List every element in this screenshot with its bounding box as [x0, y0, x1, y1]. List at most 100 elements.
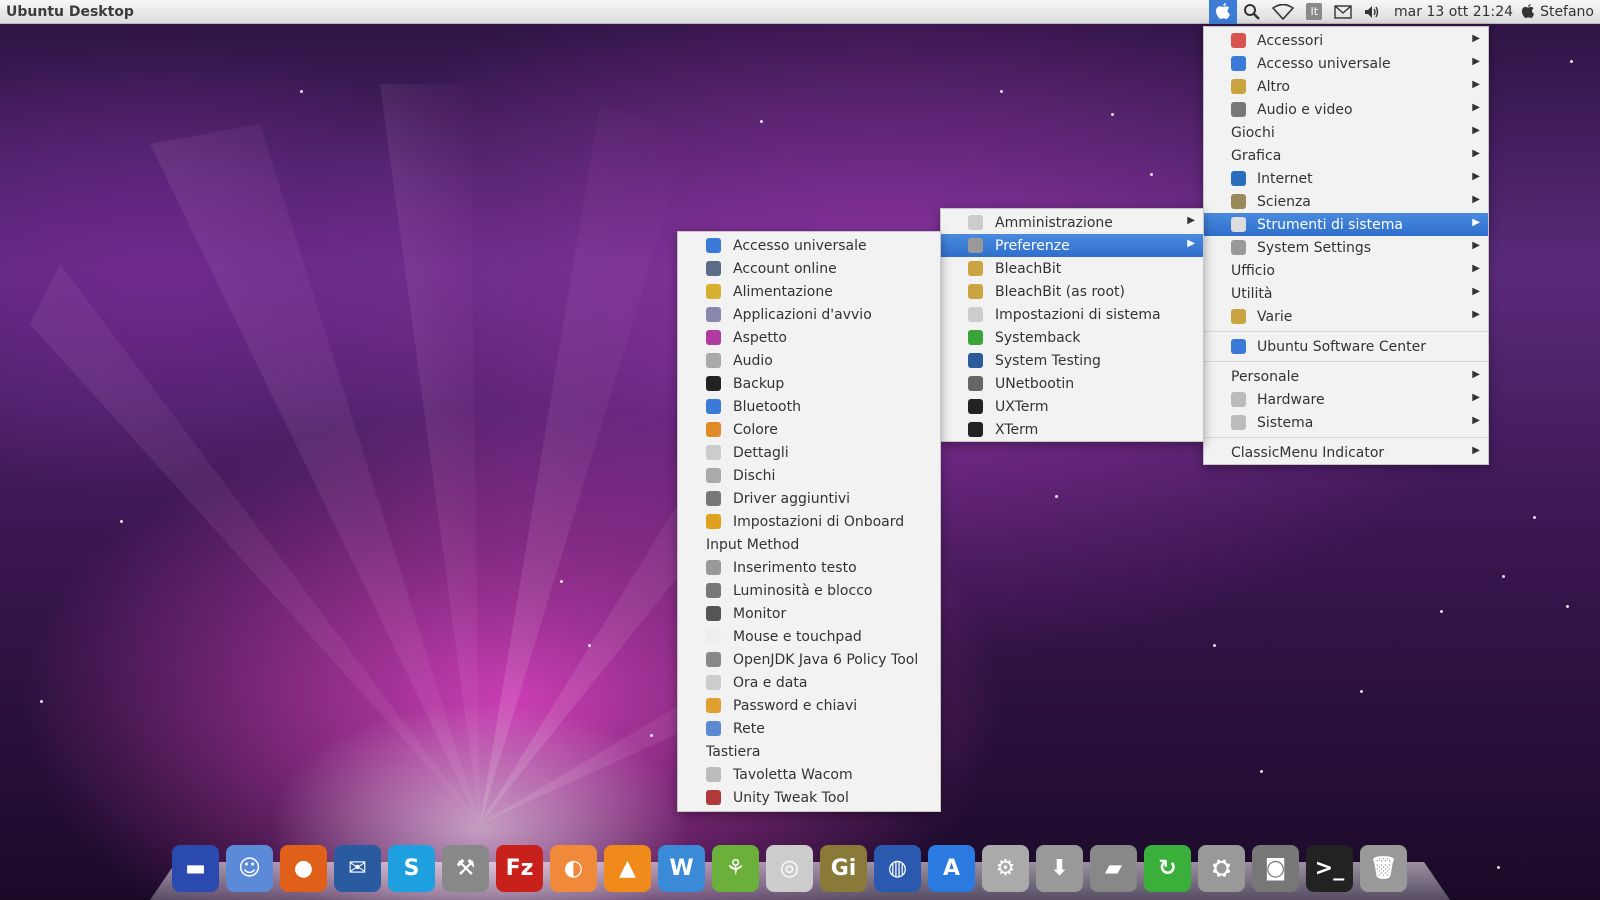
finder-icon[interactable]: ☺	[226, 845, 273, 892]
menu-item-accessori[interactable]: Accessori ▶	[1204, 29, 1488, 52]
thunderbird-icon[interactable]: ✉	[334, 845, 381, 892]
menu-item-varie[interactable]: Varie ▶	[1204, 305, 1488, 328]
menu-item-label: Personale	[1231, 368, 1300, 385]
preferenze-item-tastiera[interactable]: Tastiera	[678, 740, 940, 763]
strumenti-di-sistema-submenu: Amministrazione ▶ Preferenze ▶ BleachBit Blea…	[940, 208, 1204, 442]
strumenti-item-impostazioni-di-sistema[interactable]: Impostazioni di sistema	[941, 303, 1203, 326]
multimedia-icon	[1231, 102, 1246, 117]
strumenti-item-system-testing[interactable]: System Testing	[941, 349, 1203, 372]
strumenti-item-bleachbit-as-root[interactable]: BleachBit (as root)	[941, 280, 1203, 303]
preferenze-item-backup[interactable]: Backup	[678, 372, 940, 395]
menu-item-altro[interactable]: Altro ▶	[1204, 75, 1488, 98]
menu-item-audio-e-video[interactable]: Audio e video ▶	[1204, 98, 1488, 121]
strumenti-item-bleachbit[interactable]: BleachBit	[941, 257, 1203, 280]
disk-utility-icon[interactable]: ⛭	[1198, 845, 1245, 892]
preferenze-item-audio[interactable]: Audio	[678, 349, 940, 372]
strumenti-item-amministrazione[interactable]: Amministrazione ▶	[941, 211, 1203, 234]
preferenze-item-dischi[interactable]: Dischi	[678, 464, 940, 487]
menu-item-classicmenu-indicator[interactable]: ClassicMenu Indicator ▶	[1204, 441, 1488, 464]
menu-item-label: ClassicMenu Indicator	[1231, 444, 1385, 461]
firefox-icon[interactable]: ●	[280, 845, 327, 892]
strumenti-item-xterm[interactable]: XTerm	[941, 418, 1203, 441]
orange-icon[interactable]: ◐	[550, 845, 597, 892]
preferenze-item-inserimento-testo[interactable]: Inserimento testo	[678, 556, 940, 579]
menu-item-label: Audio e video	[1257, 101, 1353, 118]
session-indicator[interactable]: Stefano	[1521, 4, 1600, 20]
preferenze-item-luminosita-e-blocco[interactable]: Luminosità e blocco	[678, 579, 940, 602]
bleachbit-root-icon	[968, 284, 983, 299]
menu-item-sistema[interactable]: Sistema ▶	[1204, 411, 1488, 434]
menu-item-internet[interactable]: Internet ▶	[1204, 167, 1488, 190]
trash-icon[interactable]: 🗑	[1360, 845, 1407, 892]
menu-item-grafica[interactable]: Grafica ▶	[1204, 144, 1488, 167]
preferenze-item-openjdk-java-6-policy-tool[interactable]: OpenJDK Java 6 Policy Tool	[678, 648, 940, 671]
camera-icon[interactable]: ◙	[1252, 845, 1299, 892]
refresh-icon[interactable]: ↻	[1144, 845, 1191, 892]
preferenze-item-password-e-chiavi[interactable]: Password e chiavi	[678, 694, 940, 717]
strumenti-item-uxterm[interactable]: UXTerm	[941, 395, 1203, 418]
preferenze-item-colore[interactable]: Colore	[678, 418, 940, 441]
search-indicator[interactable]	[1237, 0, 1266, 24]
terminal-dock-icon[interactable]: >_	[1306, 845, 1353, 892]
usb-icon[interactable]: ▰	[1090, 845, 1137, 892]
preferenze-item-driver-aggiuntivi[interactable]: Driver aggiuntivi	[678, 487, 940, 510]
strumenti-item-unetbootin[interactable]: UNetbootin	[941, 372, 1203, 395]
classicmenu-indicator[interactable]	[1209, 0, 1238, 24]
menu-item-ufficio[interactable]: Ufficio ▶	[1204, 259, 1488, 282]
preferenze-item-applicazioni-d-avvio[interactable]: Applicazioni d'avvio	[678, 303, 940, 326]
menu-item-label: BleachBit (as root)	[995, 283, 1126, 300]
messaging-indicator[interactable]	[1328, 0, 1358, 24]
menu-item-scienza[interactable]: Scienza ▶	[1204, 190, 1488, 213]
menu-item-label: Bluetooth	[733, 398, 801, 415]
preferenze-item-accesso-universale[interactable]: Accesso universale	[678, 234, 940, 257]
preferenze-item-rete[interactable]: Rete	[678, 717, 940, 740]
preferenze-item-dettagli[interactable]: Dettagli	[678, 441, 940, 464]
menu-item-label: Grafica	[1231, 147, 1282, 164]
details-icon	[706, 445, 721, 460]
strumenti-item-preferenze[interactable]: Preferenze ▶	[941, 234, 1203, 257]
menu-item-utilita[interactable]: Utilità ▶	[1204, 282, 1488, 305]
menu-item-hardware[interactable]: Hardware ▶	[1204, 388, 1488, 411]
launcher-icon[interactable]: ▬	[172, 845, 219, 892]
preferenze-item-mouse-e-touchpad[interactable]: Mouse e touchpad	[678, 625, 940, 648]
submenu-arrow-icon: ▶	[1472, 79, 1480, 90]
sync-icon[interactable]: ◍	[874, 845, 921, 892]
preferenze-item-monitor[interactable]: Monitor	[678, 602, 940, 625]
menu-item-strumenti-di-sistema[interactable]: Strumenti di sistema ▶	[1204, 213, 1488, 236]
system-icon	[1231, 415, 1246, 430]
preferenze-item-aspetto[interactable]: Aspetto	[678, 326, 940, 349]
system-testing-icon	[968, 353, 983, 368]
menu-item-system-settings[interactable]: System Settings ▶	[1204, 236, 1488, 259]
vlc-icon[interactable]: ▲	[604, 845, 651, 892]
settings-gear-icon[interactable]: ⚙	[982, 845, 1029, 892]
filezilla-icon[interactable]: Fz	[496, 845, 543, 892]
disc-icon[interactable]: ◎	[766, 845, 813, 892]
menu-item-giochi[interactable]: Giochi ▶	[1204, 121, 1488, 144]
tool-icon[interactable]: ⚒	[442, 845, 489, 892]
submenu-arrow-icon: ▶	[1472, 263, 1480, 274]
menu-item-ubuntu-software-center[interactable]: Ubuntu Software Center	[1204, 335, 1488, 358]
network-indicator[interactable]	[1266, 0, 1300, 24]
gimp-icon[interactable]: Gi	[820, 845, 867, 892]
preferenze-item-alimentazione[interactable]: Alimentazione	[678, 280, 940, 303]
network-manager-icon[interactable]: ⚘	[712, 845, 759, 892]
menu-item-label: Dettagli	[733, 444, 789, 461]
download-icon[interactable]: ⬇	[1036, 845, 1083, 892]
menu-item-personale[interactable]: Personale ▶	[1204, 365, 1488, 388]
clock-indicator[interactable]: mar 13 ott 21:24	[1386, 4, 1521, 20]
skype-icon[interactable]: S	[388, 845, 435, 892]
preferenze-item-unity-tweak-tool[interactable]: Unity Tweak Tool	[678, 786, 940, 809]
preferenze-item-tavoletta-wacom[interactable]: Tavoletta Wacom	[678, 763, 940, 786]
preferenze-item-input-method[interactable]: Input Method	[678, 533, 940, 556]
preferenze-item-impostazioni-di-onboard[interactable]: Impostazioni di Onboard	[678, 510, 940, 533]
preferenze-item-account-online[interactable]: Account online	[678, 257, 940, 280]
strumenti-item-systemback[interactable]: Systemback	[941, 326, 1203, 349]
backup-icon	[706, 376, 721, 391]
app-store-icon[interactable]: A	[928, 845, 975, 892]
menu-item-accesso-universale[interactable]: Accesso universale ▶	[1204, 52, 1488, 75]
preferenze-item-bluetooth[interactable]: Bluetooth	[678, 395, 940, 418]
writer-icon[interactable]: W	[658, 845, 705, 892]
keyboard-indicator[interactable]: It	[1300, 0, 1328, 24]
sound-indicator[interactable]	[1358, 0, 1386, 24]
preferenze-item-ora-e-data[interactable]: Ora e data	[678, 671, 940, 694]
